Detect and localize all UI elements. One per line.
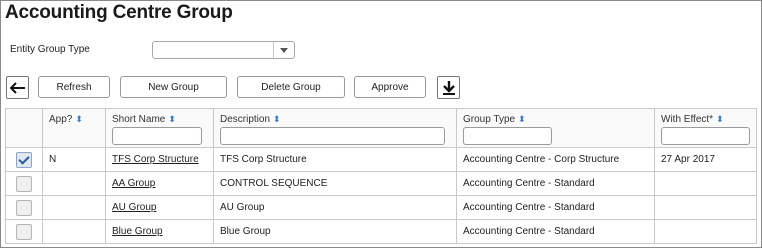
header-label-group-type: Group Type bbox=[463, 114, 516, 125]
column-header-description[interactable]: Description ⬍ bbox=[213, 108, 457, 148]
description-cell: CONTROL SEQUENCE bbox=[213, 171, 457, 196]
header-label-short-name: Short Name bbox=[112, 114, 166, 125]
row-select-cell[interactable] bbox=[5, 147, 43, 172]
short-name-link[interactable]: TFS Corp Structure bbox=[112, 154, 199, 165]
short-name-cell: Blue Group bbox=[105, 219, 214, 244]
app-cell bbox=[42, 171, 106, 196]
entity-group-type-select[interactable] bbox=[152, 41, 295, 59]
group-type-filter-input[interactable] bbox=[463, 127, 552, 145]
new-group-button[interactable]: New Group bbox=[120, 76, 227, 98]
app-cell bbox=[42, 219, 106, 244]
description-filter-input[interactable] bbox=[220, 127, 445, 145]
group-type-cell: Accounting Centre - Standard bbox=[456, 195, 655, 220]
row-select-cell[interactable] bbox=[5, 195, 43, 220]
app-cell bbox=[42, 195, 106, 220]
delete-group-button[interactable]: Delete Group bbox=[237, 76, 345, 98]
short-name-cell: AU Group bbox=[105, 195, 214, 220]
header-label-with-effect: With Effect* bbox=[661, 114, 714, 125]
sort-icon[interactable]: ⬍ bbox=[518, 114, 526, 124]
back-button[interactable] bbox=[6, 76, 29, 99]
with-effect-cell bbox=[654, 171, 757, 196]
description-cell: AU Group bbox=[213, 195, 457, 220]
short-name-link[interactable]: AA Group bbox=[112, 178, 155, 189]
header-label-app: App? bbox=[49, 114, 73, 125]
group-type-cell: Accounting Centre - Standard bbox=[456, 171, 655, 196]
row-select-cell[interactable] bbox=[5, 219, 43, 244]
short-name-filter-input[interactable] bbox=[112, 127, 202, 145]
header-label-description: Description bbox=[220, 114, 271, 125]
short-name-link[interactable]: AU Group bbox=[112, 202, 156, 213]
chevron-down-icon bbox=[280, 48, 288, 53]
group-type-cell: Accounting Centre - Standard bbox=[456, 219, 655, 244]
table-row[interactable]: AA Group CONTROL SEQUENCE Accounting Cen… bbox=[5, 171, 757, 196]
table-header-row: App? ⬍ Short Name ⬍ Description ⬍ Group Typ… bbox=[5, 108, 757, 148]
column-header-with-effect[interactable]: With Effect* ⬍ bbox=[654, 108, 757, 148]
column-header-short-name[interactable]: Short Name ⬍ bbox=[105, 108, 214, 148]
column-header-app[interactable]: App? ⬍ bbox=[42, 108, 106, 148]
download-button[interactable] bbox=[437, 76, 460, 99]
short-name-cell: TFS Corp Structure bbox=[105, 147, 214, 172]
dropdown-toggle[interactable] bbox=[273, 42, 294, 58]
row-checkbox[interactable] bbox=[16, 175, 32, 192]
approve-button[interactable]: Approve bbox=[354, 76, 426, 98]
app-cell: N bbox=[42, 147, 106, 172]
download-icon bbox=[442, 80, 455, 95]
sort-icon[interactable]: ⬍ bbox=[716, 114, 724, 124]
group-type-cell: Accounting Centre - Corp Structure bbox=[456, 147, 655, 172]
table-row[interactable]: N TFS Corp Structure TFS Corp Structure … bbox=[5, 147, 757, 172]
with-effect-cell: 27 Apr 2017 bbox=[654, 147, 757, 172]
description-cell: TFS Corp Structure bbox=[213, 147, 457, 172]
column-header-group-type[interactable]: Group Type ⬍ bbox=[456, 108, 655, 148]
accounting-groups-table: App? ⬍ Short Name ⬍ Description ⬍ Group Typ… bbox=[5, 108, 757, 244]
sort-icon[interactable]: ⬍ bbox=[273, 114, 281, 124]
row-checkbox[interactable] bbox=[16, 223, 32, 240]
with-effect-filter-input[interactable] bbox=[661, 127, 750, 145]
short-name-cell: AA Group bbox=[105, 171, 214, 196]
with-effect-cell bbox=[654, 219, 757, 244]
sort-icon[interactable]: ⬍ bbox=[75, 114, 83, 124]
row-select-cell[interactable] bbox=[5, 171, 43, 196]
arrow-left-icon bbox=[9, 81, 25, 94]
description-cell: Blue Group bbox=[213, 219, 457, 244]
refresh-button[interactable]: Refresh bbox=[38, 76, 110, 98]
row-checkbox[interactable] bbox=[16, 199, 32, 216]
table-row[interactable]: Blue Group Blue Group Accounting Centre … bbox=[5, 219, 757, 244]
page-title: Accounting Centre Group bbox=[5, 2, 233, 23]
select-column-header bbox=[5, 108, 43, 148]
sort-icon[interactable]: ⬍ bbox=[168, 114, 176, 124]
entity-group-type-label: Entity Group Type bbox=[10, 44, 90, 55]
row-checkbox[interactable] bbox=[16, 151, 32, 168]
with-effect-cell bbox=[654, 195, 757, 220]
short-name-link[interactable]: Blue Group bbox=[112, 226, 163, 237]
table-row[interactable]: AU Group AU Group Accounting Centre - St… bbox=[5, 195, 757, 220]
